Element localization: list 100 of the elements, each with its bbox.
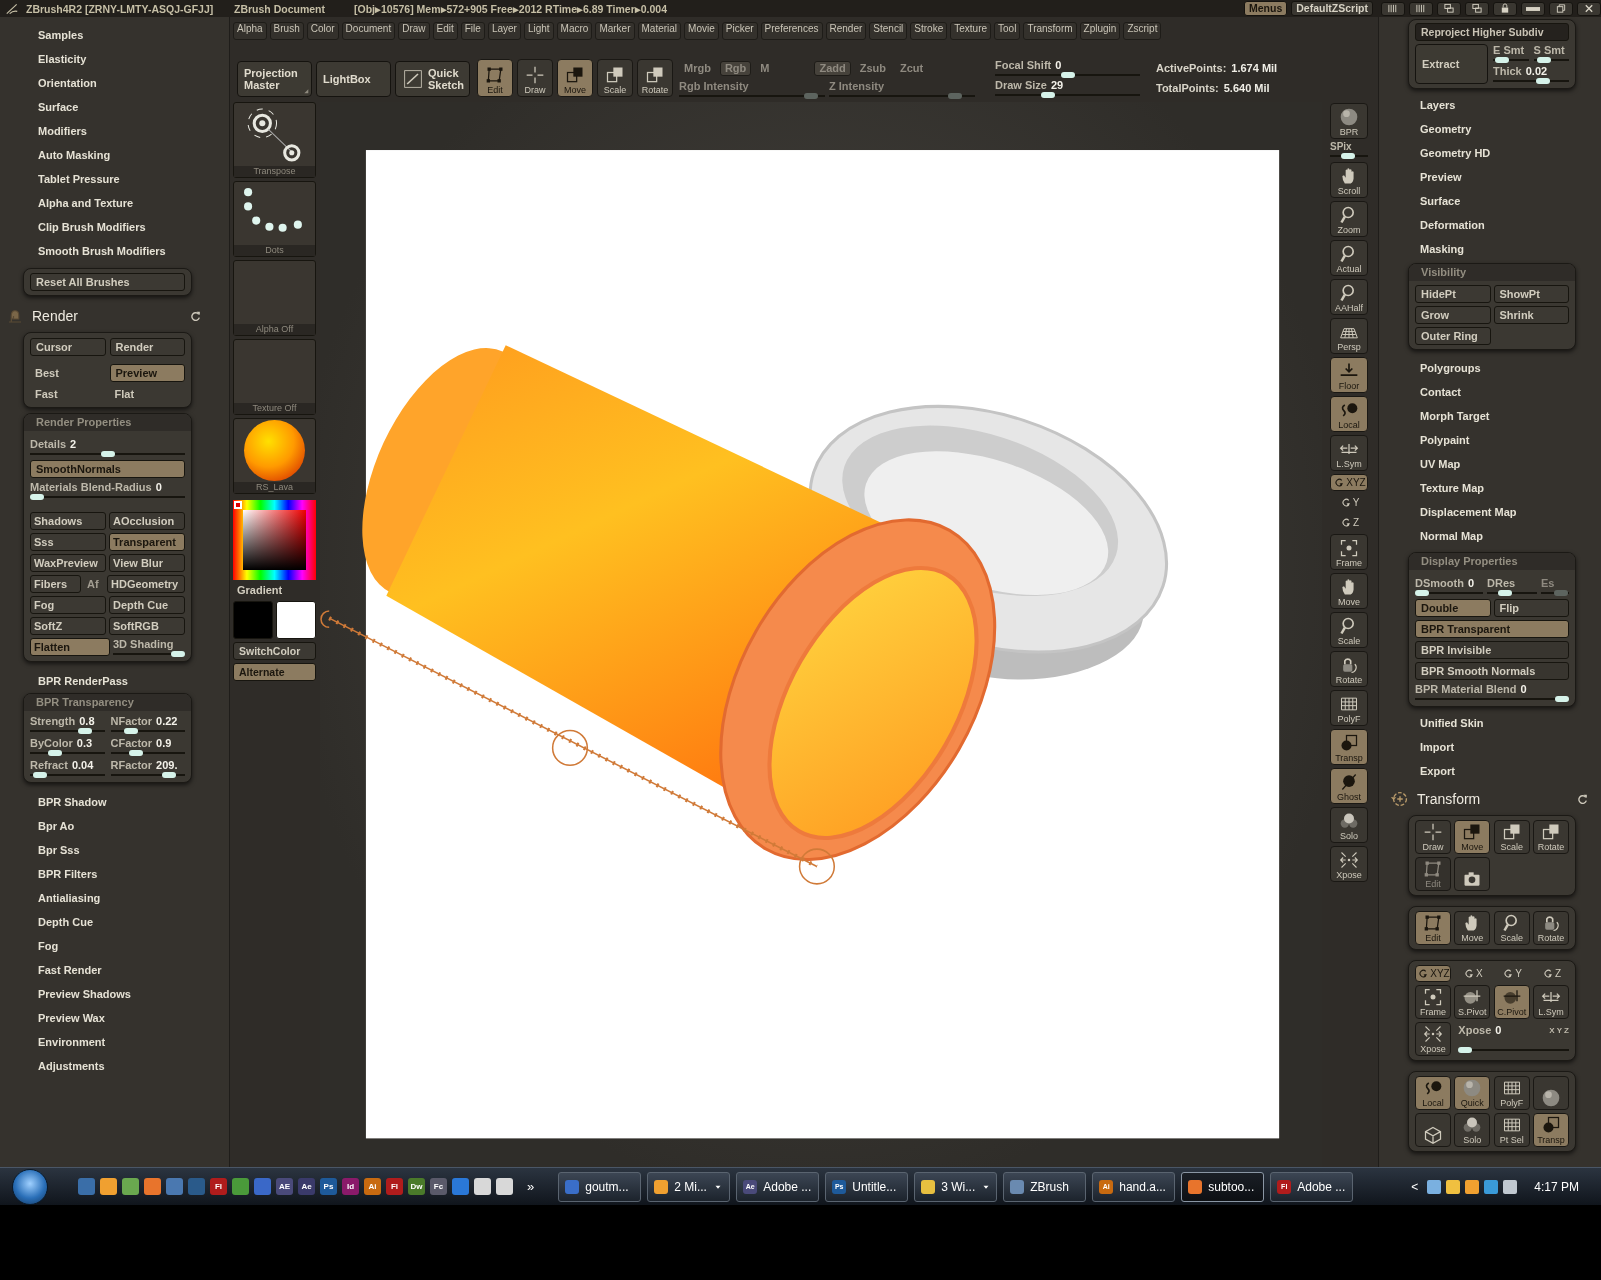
slider-track[interactable] [1458, 1047, 1569, 1053]
toggle-button[interactable]: BPR Transparent [1415, 620, 1569, 638]
icon-button[interactable]: Rotate [1330, 651, 1368, 687]
tray-toggle[interactable]: < [1411, 1179, 1419, 1194]
menu-item[interactable]: Bpr Ao [38, 814, 75, 838]
menu-item[interactable]: Unified Skin [1420, 711, 1484, 735]
slider-thumb[interactable] [161, 772, 176, 778]
palette-button[interactable]: SwitchColor [233, 642, 316, 660]
icon-button[interactable]: XYZ [1330, 474, 1368, 491]
menu-item[interactable]: Polypaint [1420, 428, 1470, 452]
slider-track[interactable] [30, 772, 105, 778]
menu-item[interactable]: UV Map [1420, 452, 1461, 476]
reset-button[interactable]: Reset All Brushes [30, 273, 185, 291]
tray-icon[interactable] [1446, 1179, 1461, 1194]
icon-button[interactable]: Move [557, 59, 593, 97]
icon-button[interactable]: Edit [1415, 911, 1451, 945]
slider-thumb[interactable] [123, 728, 138, 734]
quality-option[interactable]: Fast [30, 385, 106, 403]
menu-item[interactable]: Modifiers [38, 119, 87, 143]
taskbar-button[interactable]: goutm... [558, 1171, 642, 1202]
toggle-button[interactable]: Double [1415, 599, 1491, 617]
menu-tab[interactable]: Layer [487, 22, 521, 40]
slider-thumb[interactable] [48, 750, 63, 756]
tray-icon[interactable] [1484, 1179, 1499, 1194]
icon-button[interactable]: S.Pivot [1454, 985, 1491, 1019]
panel-button[interactable]: HidePt [1415, 285, 1491, 303]
toggle-button[interactable]: BPR Smooth Normals [1415, 662, 1569, 680]
toggle-button[interactable]: Shadows [30, 512, 106, 530]
menu-item[interactable]: Texture Map [1420, 476, 1484, 500]
toggle-button[interactable]: WaxPreview [30, 554, 106, 572]
window-button[interactable] [1465, 1, 1489, 16]
menu-item[interactable]: BPR RenderPass [38, 669, 128, 693]
big-button[interactable]: LightBox [316, 61, 391, 97]
panel-button[interactable]: ShowPt [1493, 285, 1569, 303]
slider-thumb[interactable] [33, 772, 47, 778]
app-launcher[interactable]: Ai [364, 1178, 381, 1195]
menu-tab[interactable]: Material [637, 22, 682, 40]
icon-button[interactable]: Edit [477, 59, 513, 97]
icon-button[interactable]: Z [1330, 514, 1368, 531]
menu-tab[interactable]: Light [523, 22, 554, 40]
swatch[interactable] [233, 601, 273, 639]
icon-button[interactable]: L.Sym [1330, 435, 1368, 471]
menu-item[interactable]: Samples [38, 23, 84, 47]
menu-item[interactable]: Antialiasing [38, 886, 101, 910]
icon-button[interactable]: AAHalf [1330, 279, 1368, 315]
menu-item[interactable]: Alpha and Texture [38, 191, 134, 215]
menu-item[interactable]: BPR Shadow [38, 790, 107, 814]
menu-tab[interactable]: Movie [684, 22, 719, 40]
slider-track[interactable] [1493, 57, 1529, 63]
taskbar-button[interactable]: 3 Wi... [914, 1171, 998, 1202]
menu-item[interactable]: Auto Masking [38, 143, 111, 167]
icon-button[interactable]: Xpose [1330, 846, 1368, 882]
slider-thumb[interactable] [1497, 590, 1512, 596]
slider-thumb[interactable] [171, 651, 185, 657]
menu-tab[interactable]: Alpha [233, 22, 267, 40]
menu-tab[interactable]: Tool [994, 22, 1021, 40]
menu-tab[interactable]: Stroke [910, 22, 948, 40]
panel-button[interactable]: Outer Ring [1415, 327, 1491, 345]
tray-icon[interactable] [1427, 1179, 1442, 1194]
quality-option[interactable]: Flat [109, 385, 185, 403]
icon-button[interactable]: Frame [1330, 534, 1368, 570]
app-launcher[interactable]: Ps [320, 1178, 337, 1195]
menu-tab[interactable]: Zscript [1123, 22, 1162, 40]
window-button[interactable] [1521, 1, 1545, 16]
icon-button[interactable]: Persp [1330, 318, 1368, 354]
slider-track[interactable] [1415, 696, 1569, 702]
toggle-button[interactable]: Sss [30, 533, 106, 551]
menu-item[interactable]: Smooth Brush Modifiers [38, 239, 166, 263]
icon-button[interactable]: XYZ [1415, 965, 1451, 982]
menu-tab[interactable]: Edit [432, 22, 458, 40]
window-button[interactable] [1549, 1, 1573, 16]
section-title[interactable]: Transform [1417, 791, 1570, 807]
menu-tab[interactable]: Texture [950, 22, 992, 40]
menu-item[interactable]: Preview [1420, 165, 1462, 189]
mode-button[interactable]: Cursor [30, 338, 106, 356]
section-title[interactable]: Render [32, 308, 181, 324]
icon-button[interactable]: BPR [1330, 103, 1368, 139]
menu-tab[interactable]: Picker [721, 22, 758, 40]
app-launcher[interactable]: Ae [298, 1178, 315, 1195]
slider-thumb[interactable] [128, 750, 143, 756]
icon-button[interactable]: Rotate [1533, 911, 1569, 945]
taskbar-button[interactable]: subtoo... [1181, 1171, 1265, 1202]
menu-tab[interactable]: Brush [269, 22, 304, 40]
menu-item[interactable]: Export [1420, 759, 1455, 783]
icon-button[interactable]: Ghost [1330, 768, 1368, 804]
menu-item[interactable]: Surface [38, 95, 79, 119]
overflow-button[interactable]: » [527, 1179, 535, 1194]
panel-button[interactable]: Grow [1415, 306, 1491, 324]
icon-button[interactable]: Solo [1330, 807, 1368, 843]
taskbar-button[interactable]: 2 Mi... [647, 1171, 731, 1202]
toggle-button[interactable]: View Blur [109, 554, 185, 572]
icon-button[interactable]: PolyF [1330, 690, 1368, 726]
icon-button[interactable]: Scale [1493, 820, 1530, 854]
menu-tab[interactable]: Color [306, 22, 339, 40]
slider-track[interactable] [1415, 590, 1483, 596]
thumbnail-button[interactable]: RS_Lava [233, 418, 316, 494]
menu-item[interactable]: Displacement Map [1420, 500, 1517, 524]
toggle-button[interactable]: Transparent [109, 533, 185, 551]
menu-item[interactable]: Depth Cue [38, 910, 93, 934]
icon-button[interactable]: Solo [1454, 1113, 1491, 1147]
